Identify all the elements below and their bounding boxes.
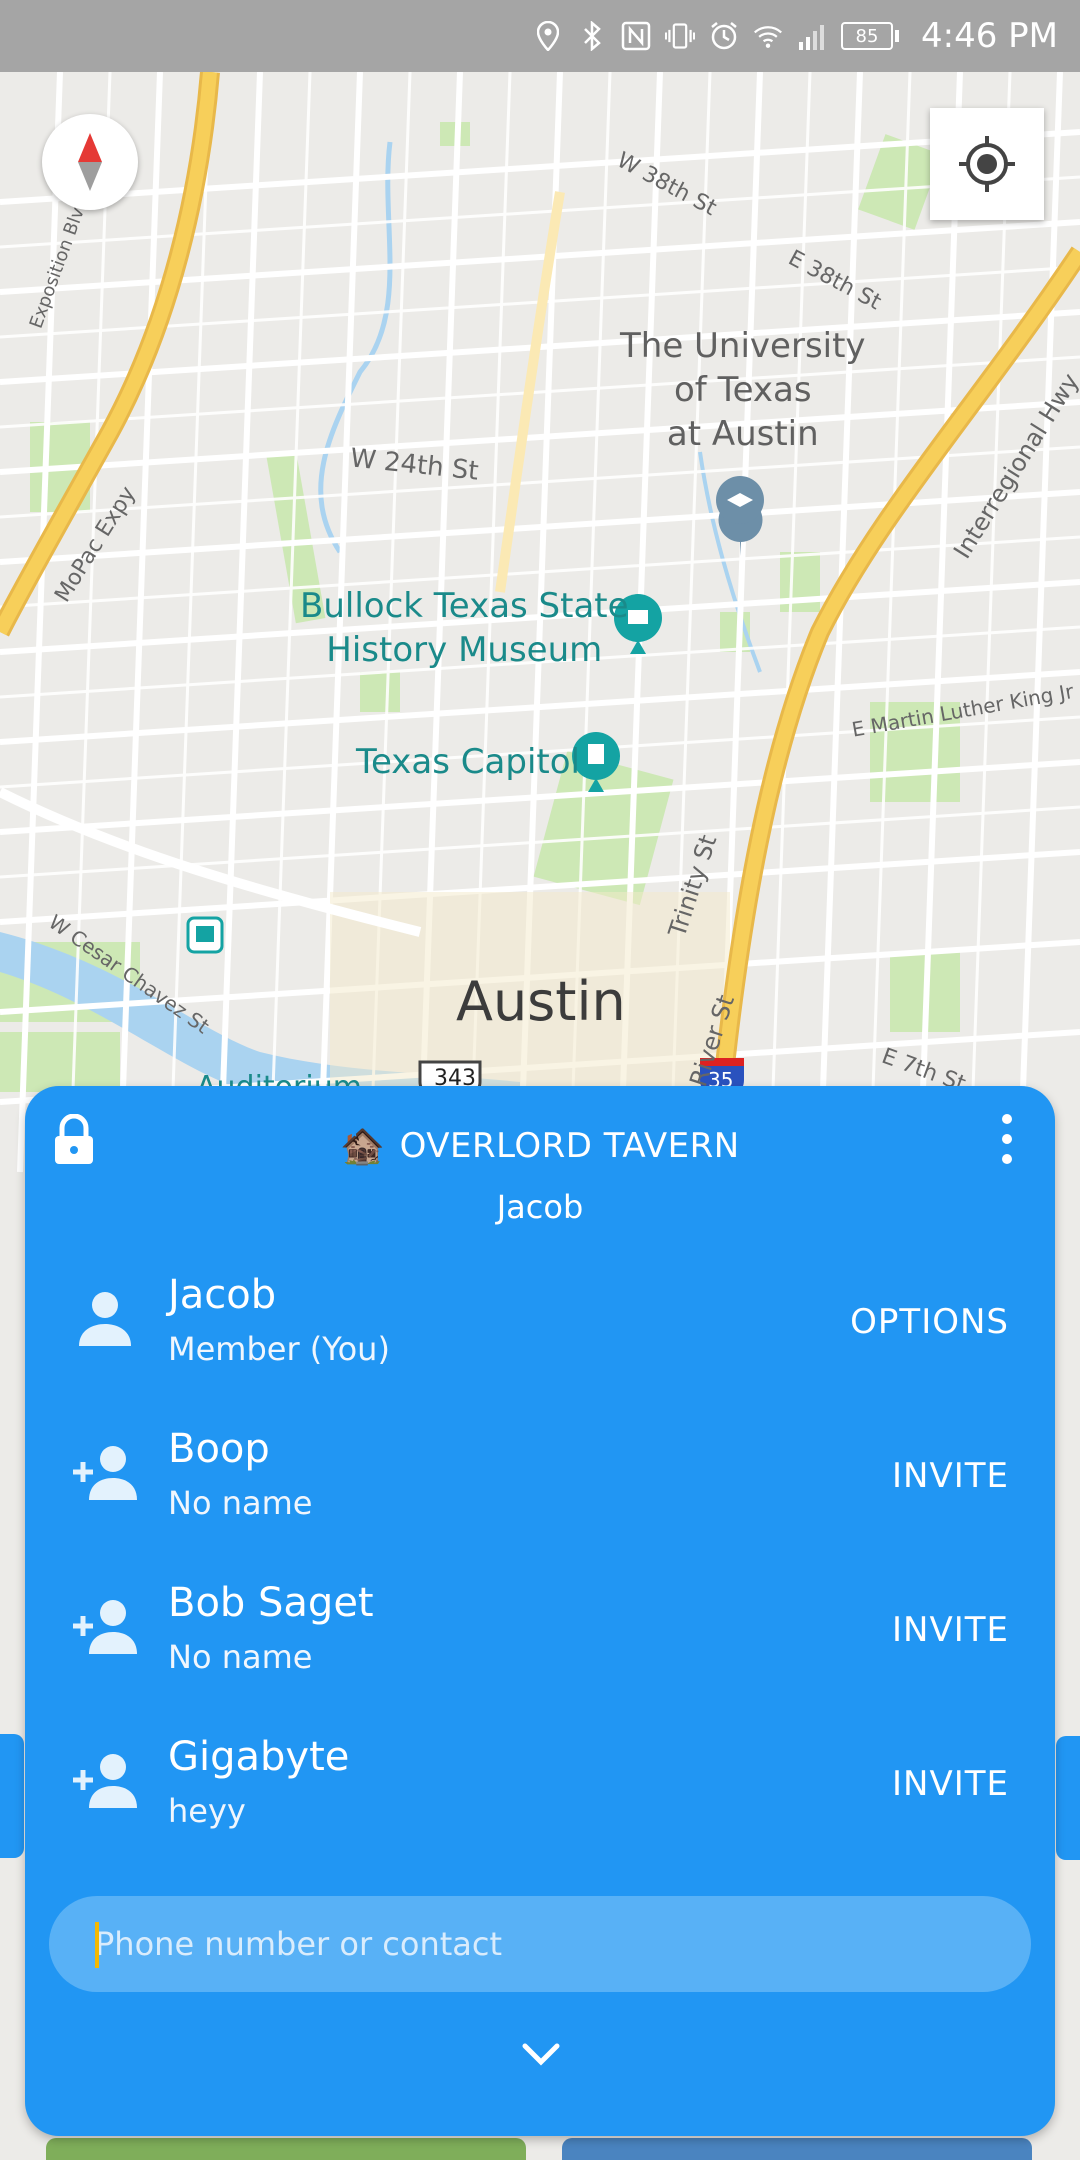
status-time: 4:46 PM	[921, 16, 1058, 56]
group-title[interactable]: 🏚️ OVERLORD TAVERN	[340, 1125, 739, 1167]
house-icon: 🏚️	[340, 1126, 386, 1167]
member-status: heyy	[168, 1792, 246, 1830]
left-peek-tab[interactable]	[0, 1734, 24, 1858]
member-row-jacob[interactable]: Jacob Member (You) OPTIONS	[25, 1268, 1055, 1422]
chevron-down-icon[interactable]	[519, 2038, 563, 2068]
nfc-icon	[621, 21, 651, 51]
alarm-icon	[709, 21, 739, 51]
group-subtitle: Jacob	[496, 1188, 584, 1226]
map-label-university[interactable]: The University of Texas at Austin	[620, 324, 866, 456]
map-label-city: Austin	[456, 970, 626, 1033]
group-panel: 🏚️ OVERLORD TAVERN Jacob Jacob Member (Y…	[25, 1086, 1055, 2136]
compass-button[interactable]	[42, 114, 138, 210]
member-row-boop[interactable]: Boop No name INVITE	[25, 1422, 1055, 1576]
group-name: OVERLORD TAVERN	[399, 1126, 740, 1166]
my-location-button[interactable]	[930, 108, 1044, 220]
wifi-icon	[753, 21, 783, 51]
member-name: Gigabyte	[168, 1734, 350, 1780]
more-options-icon[interactable]	[997, 1114, 1017, 1164]
right-peek-tab[interactable]	[1056, 1736, 1080, 1860]
bottom-right-button[interactable]	[562, 2138, 1032, 2160]
status-bar: 85 4:46 PM	[0, 0, 1080, 72]
location-icon	[533, 21, 563, 51]
battery-indicator: 85	[841, 22, 899, 50]
invite-button[interactable]: INVITE	[892, 1610, 1009, 1650]
compass-icon	[78, 133, 102, 191]
map-label-museum[interactable]: Bullock Texas State History Museum	[300, 584, 629, 672]
person-icon	[79, 1292, 131, 1346]
member-name: Bob Saget	[168, 1580, 374, 1626]
phone-contact-input[interactable]	[49, 1896, 1031, 1992]
member-name: Boop	[168, 1426, 270, 1472]
member-status: No name	[168, 1638, 313, 1676]
map-label-capitol[interactable]: Texas Capitol	[356, 740, 580, 784]
invite-button[interactable]: INVITE	[892, 1764, 1009, 1804]
bluetooth-icon	[577, 21, 607, 51]
panel-header: 🏚️ OVERLORD TAVERN	[25, 1116, 1055, 1176]
signal-icon	[797, 21, 827, 51]
member-list: Jacob Member (You) OPTIONS Boop No name …	[25, 1268, 1055, 1884]
bottom-left-button[interactable]	[46, 2138, 526, 2160]
my-location-icon	[959, 136, 1015, 192]
member-row-gigabyte[interactable]: Gigabyte heyy INVITE	[25, 1730, 1055, 1884]
person-add-icon	[73, 1600, 137, 1654]
options-button[interactable]: OPTIONS	[850, 1302, 1009, 1342]
battery-level: 85	[841, 22, 893, 50]
member-status: Member (You)	[168, 1330, 390, 1368]
text-cursor	[95, 1922, 99, 1968]
member-name: Jacob	[168, 1272, 277, 1318]
member-row-bob-saget[interactable]: Bob Saget No name INVITE	[25, 1576, 1055, 1730]
member-status: No name	[168, 1484, 313, 1522]
invite-button[interactable]: INVITE	[892, 1456, 1009, 1496]
person-add-icon	[73, 1446, 137, 1500]
person-add-icon	[73, 1754, 137, 1808]
vibrate-icon	[665, 21, 695, 51]
